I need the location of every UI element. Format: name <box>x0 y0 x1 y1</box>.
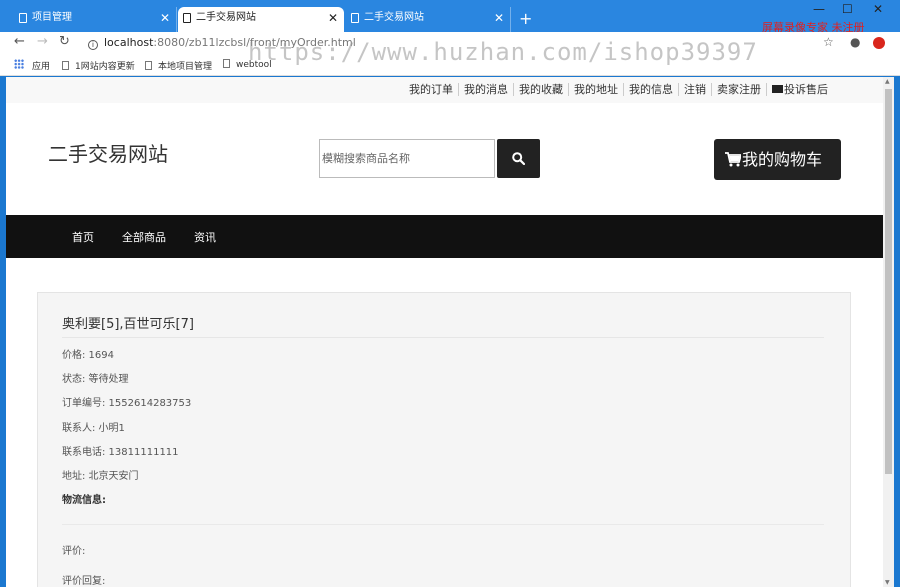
tab-title: 项目管理 <box>32 12 72 23</box>
bookmark-label: 1网站内容更新 <box>75 62 135 72</box>
bookmark-label: webtool <box>236 60 272 70</box>
link-logout[interactable]: 注销 <box>679 83 712 96</box>
address-bar[interactable]: i localhost:8080/zb11lzcbsl/front/myOrder… <box>84 33 814 52</box>
bookmark-item[interactable]: webtool <box>223 59 272 70</box>
desktop-background <box>894 77 900 587</box>
document-icon <box>351 13 359 23</box>
bookmark-star-icon[interactable]: ☆ <box>823 35 834 49</box>
link-my-favorites[interactable]: 我的收藏 <box>514 83 569 96</box>
search-input[interactable] <box>319 139 495 178</box>
url-path: :8080/zb11lzcbsl/front/myOrder.html <box>153 36 356 49</box>
link-seller-register[interactable]: 卖家注册 <box>712 83 767 96</box>
mail-icon <box>772 85 783 93</box>
nav-all-products[interactable]: 全部商品 <box>122 229 166 245</box>
bookmark-apps[interactable]: 应用 <box>32 59 50 72</box>
order-logistics: 物流信息: <box>62 495 106 506</box>
link-complaint[interactable]: 投诉售后 <box>767 83 833 96</box>
link-my-info[interactable]: 我的信息 <box>624 83 679 96</box>
complaint-label: 投诉售后 <box>784 83 828 96</box>
order-number: 订单编号: 1552614283753 <box>62 398 192 409</box>
tab-title: 二手交易网站 <box>196 12 256 23</box>
cart-label: 我的购物车 <box>742 150 823 169</box>
order-review: 评价: <box>62 546 86 557</box>
back-arrow-icon[interactable]: ← <box>14 34 25 49</box>
order-review-reply: 评价回复: <box>62 576 106 587</box>
divider <box>62 524 824 525</box>
document-icon <box>183 13 191 23</box>
url-host: localhost <box>104 36 154 49</box>
main-nav: 首页 全部商品 资讯 <box>6 215 883 258</box>
minimize-button[interactable]: — <box>813 2 825 16</box>
cart-button[interactable]: 我的购物车 <box>714 139 841 180</box>
profile-icon[interactable]: ● <box>850 35 860 49</box>
page-scrollbar[interactable]: ▲ ▼ <box>883 77 894 587</box>
order-address: 地址: 北京天安门 <box>62 471 139 482</box>
bookmark-item[interactable]: 本地项目管理 <box>145 59 212 72</box>
scroll-up-icon[interactable]: ▲ <box>885 78 890 85</box>
bookmarks-bar: 应用 1网站内容更新 本地项目管理 webtool <box>0 54 900 76</box>
close-window-button[interactable]: ✕ <box>873 2 883 16</box>
link-my-messages[interactable]: 我的消息 <box>459 83 514 96</box>
order-price: 价格: 1694 <box>62 350 114 361</box>
scroll-thumb[interactable] <box>885 89 892 474</box>
tab-title: 二手交易网站 <box>364 12 424 23</box>
browser-tab[interactable]: 二手交易网站 ✕ <box>346 7 511 32</box>
order-phone: 联系电话: 13811111111 <box>62 447 179 458</box>
document-icon <box>223 59 230 68</box>
extension-icon[interactable] <box>873 37 885 49</box>
close-tab-icon[interactable]: ✕ <box>494 7 504 29</box>
bookmark-label: 本地项目管理 <box>158 62 213 72</box>
forward-arrow-icon[interactable]: → <box>37 34 48 49</box>
scroll-down-icon[interactable]: ▼ <box>885 579 890 586</box>
nav-news[interactable]: 资讯 <box>194 229 216 245</box>
order-status: 状态: 等待处理 <box>62 374 129 385</box>
divider <box>62 337 824 338</box>
user-links: 我的订单 我的消息 我的收藏 我的地址 我的信息 注销 卖家注册 投诉售后 <box>404 83 833 96</box>
reload-icon[interactable]: ↻ <box>59 34 70 49</box>
order-title: 奥利要[5],百世可乐[7] <box>62 317 194 332</box>
apps-grid-icon[interactable] <box>14 59 24 69</box>
close-tab-icon[interactable]: ✕ <box>160 7 170 29</box>
browser-tab-active[interactable]: 二手交易网站 ✕ <box>178 7 344 32</box>
user-topbar: 我的订单 我的消息 我的收藏 我的地址 我的信息 注销 卖家注册 投诉售后 <box>6 77 883 103</box>
search-button[interactable] <box>497 139 540 178</box>
site-title[interactable]: 二手交易网站 <box>48 138 168 167</box>
page-viewport: 我的订单 我的消息 我的收藏 我的地址 我的信息 注销 卖家注册 投诉售后 二手… <box>6 77 883 587</box>
info-icon[interactable]: i <box>88 40 98 50</box>
document-icon <box>19 13 27 23</box>
browser-tabstrip: 项目管理 ✕ 二手交易网站 ✕ 二手交易网站 ✕ + — ☐ ✕ 屏幕录像专家 … <box>0 0 900 34</box>
browser-toolbar: ← → ↻ i localhost:8080/zb11lzcbsl/front/m… <box>0 32 900 54</box>
maximize-button[interactable]: ☐ <box>842 2 853 16</box>
order-card: 奥利要[5],百世可乐[7] 价格: 1694 状态: 等待处理 订单编号: 1… <box>37 292 851 587</box>
order-contact: 联系人: 小明1 <box>62 423 125 434</box>
document-icon <box>62 61 69 70</box>
browser-tab[interactable]: 项目管理 ✕ <box>14 7 177 32</box>
cart-icon <box>725 152 743 167</box>
search-icon <box>512 152 525 165</box>
link-my-orders[interactable]: 我的订单 <box>404 83 459 96</box>
close-tab-icon[interactable]: ✕ <box>328 7 338 29</box>
nav-home[interactable]: 首页 <box>72 229 94 245</box>
document-icon <box>145 61 152 70</box>
new-tab-button[interactable]: + <box>519 9 532 28</box>
bookmark-item[interactable]: 1网站内容更新 <box>62 59 135 72</box>
link-my-address[interactable]: 我的地址 <box>569 83 624 96</box>
